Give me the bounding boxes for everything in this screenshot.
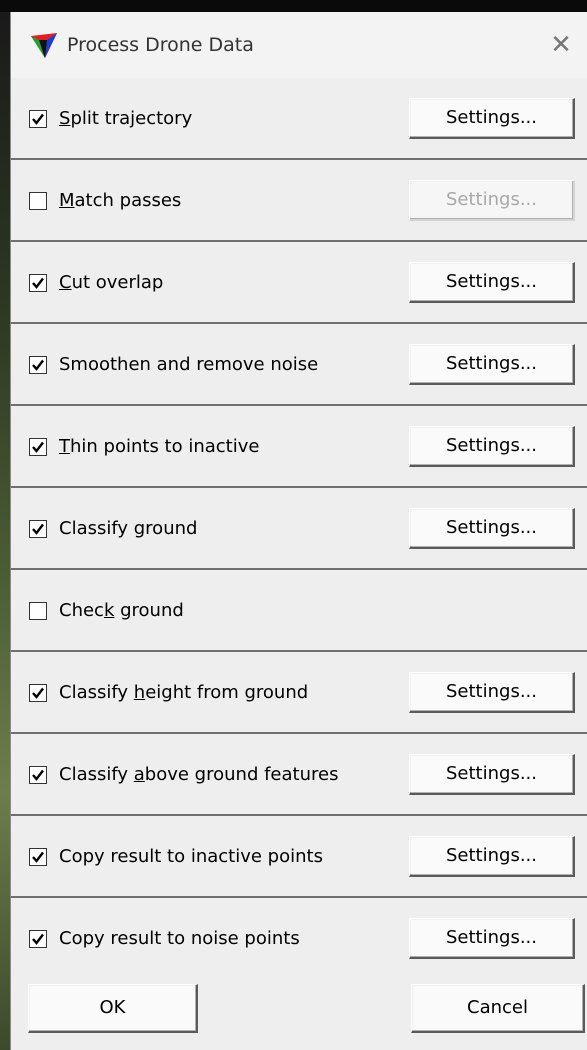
option-label-text: bove ground features bbox=[144, 764, 339, 785]
option-row: Match passes Settings... bbox=[11, 160, 587, 242]
option-label[interactable]: Cut overlap bbox=[59, 272, 163, 293]
settings-button[interactable]: Settings... bbox=[409, 426, 575, 467]
option-label-text: Smoothen and remove noise bbox=[59, 354, 319, 375]
option-label-text: plit trajectory bbox=[70, 108, 193, 129]
process-drone-data-dialog: Process Drone Data ✕ Split trajectory Set… bbox=[10, 12, 587, 1050]
option-label-accelerator: M bbox=[59, 190, 75, 211]
option-label-text: Classify bbox=[59, 682, 134, 703]
option-label-text: eight from ground bbox=[145, 682, 309, 703]
option-label[interactable]: Classify height from ground bbox=[59, 682, 308, 703]
option-label-accelerator: C bbox=[59, 272, 72, 293]
option-checkbox[interactable] bbox=[29, 520, 47, 538]
option-label-text: hin points to inactive bbox=[70, 436, 260, 457]
option-label[interactable]: Smoothen and remove noise bbox=[59, 354, 318, 375]
check-icon bbox=[32, 769, 44, 781]
option-row: Copy result to noise points Settings... bbox=[11, 898, 587, 980]
option-label-text: ut overlap bbox=[71, 272, 164, 293]
option-row: Classify above ground features Settings..… bbox=[11, 734, 587, 816]
triangle-app-icon bbox=[31, 33, 57, 58]
option-row: Thin points to inactive Settings... bbox=[11, 406, 587, 488]
option-row: Smoothen and remove noise Settings... bbox=[11, 324, 587, 406]
dialog-footer: OK Cancel bbox=[11, 974, 587, 1050]
settings-button[interactable]: Settings... bbox=[409, 754, 575, 795]
title-bar: Process Drone Data ✕ bbox=[11, 12, 587, 78]
option-label-text: Chec bbox=[59, 600, 104, 621]
settings-button[interactable]: Settings... bbox=[409, 98, 575, 139]
option-row: Check ground bbox=[11, 570, 587, 652]
option-checkbox[interactable] bbox=[29, 356, 47, 374]
option-label-accelerator: a bbox=[133, 764, 145, 785]
option-label[interactable]: Copy result to inactive points bbox=[59, 846, 323, 867]
option-label-accelerator: h bbox=[133, 682, 146, 703]
check-icon bbox=[32, 933, 44, 945]
option-row: Classify height from ground Settings... bbox=[11, 652, 587, 734]
settings-button[interactable]: Settings... bbox=[409, 836, 575, 877]
option-label[interactable]: Classify ground bbox=[59, 518, 197, 539]
option-checkbox[interactable] bbox=[29, 930, 47, 948]
option-label[interactable]: Check ground bbox=[59, 600, 184, 621]
option-label-accelerator: T bbox=[59, 436, 70, 457]
background-strip bbox=[0, 0, 587, 12]
option-checkbox[interactable] bbox=[29, 192, 47, 210]
settings-button: Settings... bbox=[409, 180, 575, 221]
option-row: Classify ground Settings... bbox=[11, 488, 587, 570]
option-row: Split trajectory Settings... bbox=[11, 78, 587, 160]
check-icon bbox=[32, 113, 44, 125]
option-label-text: Classify ground bbox=[59, 518, 198, 539]
close-icon[interactable]: ✕ bbox=[535, 12, 587, 78]
option-label-text: ground bbox=[114, 600, 184, 621]
settings-button[interactable]: Settings... bbox=[409, 672, 575, 713]
option-checkbox[interactable] bbox=[29, 602, 47, 620]
option-label[interactable]: Classify above ground features bbox=[59, 764, 338, 785]
option-checkbox[interactable] bbox=[29, 848, 47, 866]
check-icon bbox=[32, 851, 44, 863]
option-label-text: atch passes bbox=[74, 190, 182, 211]
settings-button[interactable]: Settings... bbox=[409, 918, 575, 959]
option-checkbox[interactable] bbox=[29, 766, 47, 784]
option-label-accelerator: S bbox=[59, 108, 71, 129]
ok-button[interactable]: OK bbox=[28, 984, 198, 1033]
settings-button[interactable]: Settings... bbox=[409, 262, 575, 303]
check-icon bbox=[32, 359, 44, 371]
option-label-text: Copy result to noise points bbox=[59, 928, 300, 949]
option-checkbox[interactable] bbox=[29, 684, 47, 702]
dialog-title: Process Drone Data bbox=[67, 34, 254, 56]
option-checkbox[interactable] bbox=[29, 274, 47, 292]
cancel-button[interactable]: Cancel bbox=[411, 984, 585, 1033]
option-label-text: Classify bbox=[59, 764, 134, 785]
option-label-accelerator: k bbox=[103, 600, 115, 621]
option-row: Copy result to inactive points Settings..… bbox=[11, 816, 587, 898]
settings-button[interactable]: Settings... bbox=[409, 508, 575, 549]
option-label[interactable]: Match passes bbox=[59, 190, 181, 211]
check-icon bbox=[32, 687, 44, 699]
option-label[interactable]: Copy result to noise points bbox=[59, 928, 300, 949]
check-icon bbox=[32, 441, 44, 453]
option-row: Cut overlap Settings... bbox=[11, 242, 587, 324]
settings-button[interactable]: Settings... bbox=[409, 344, 575, 385]
option-label-text: Copy result to inactive points bbox=[59, 846, 323, 867]
option-label[interactable]: Split trajectory bbox=[59, 108, 192, 129]
check-icon bbox=[32, 277, 44, 289]
option-checkbox[interactable] bbox=[29, 110, 47, 128]
option-checkbox[interactable] bbox=[29, 438, 47, 456]
option-label[interactable]: Thin points to inactive bbox=[59, 436, 259, 457]
check-icon bbox=[32, 523, 44, 535]
